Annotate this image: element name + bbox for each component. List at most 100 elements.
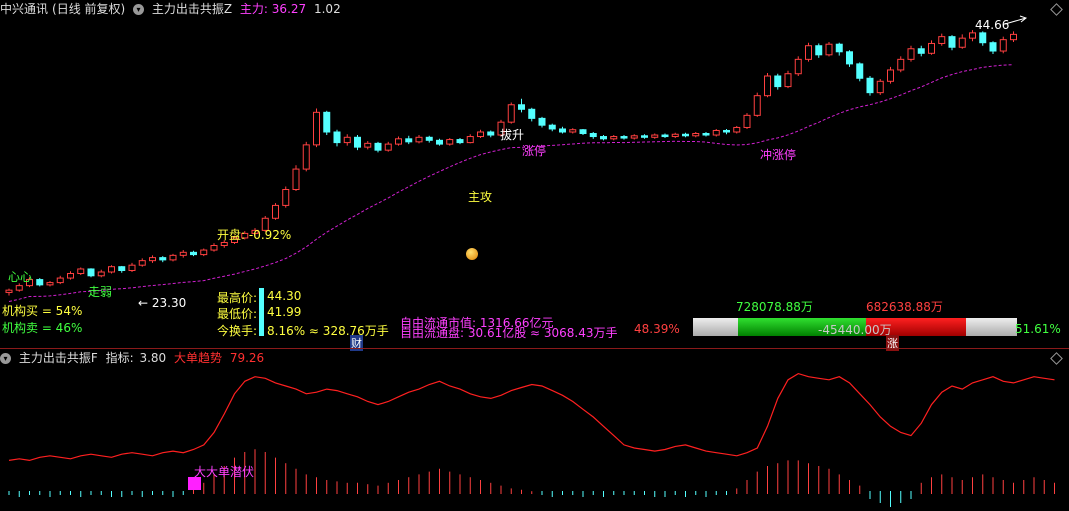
limit-up-attempt-label: 冲涨停 [760, 148, 797, 162]
candle-body [118, 266, 126, 271]
candle-body [559, 128, 566, 133]
price-chart-panel[interactable]: 中兴通讯 (日线 前复权) ▾ 主力出击共振Z 主力: 36.27 1.02 44… [0, 0, 1069, 351]
candle-body [538, 117, 546, 126]
candle-body [302, 144, 310, 170]
candle-body [723, 129, 730, 133]
lift-signal-label: 拔升 [500, 128, 525, 142]
candle-body [46, 282, 54, 286]
candle [1010, 31, 1017, 42]
candle-body [108, 266, 115, 273]
candle [600, 135, 607, 141]
candle-body [917, 48, 925, 54]
candle-body [805, 45, 812, 60]
candle [630, 134, 638, 140]
candle [456, 138, 464, 145]
candle [179, 250, 187, 258]
peak-price-label: 44.66 [975, 18, 1010, 32]
candle-body [835, 43, 843, 53]
candle-body [856, 63, 864, 79]
candle-body [969, 32, 976, 39]
flow-percentage: 51.61% [1015, 322, 1061, 336]
candle [292, 165, 300, 192]
candle [928, 40, 935, 55]
candle-body [825, 43, 833, 56]
candle [887, 66, 894, 84]
candle [774, 73, 782, 90]
candle-body [887, 69, 894, 82]
candle-body [661, 134, 669, 138]
candle [989, 41, 997, 55]
candle [641, 134, 648, 139]
candle-body [415, 136, 423, 143]
candle-body [292, 168, 300, 191]
candle [897, 56, 905, 73]
candle [210, 243, 218, 252]
indicator-panel[interactable]: ▾ 主力出击共振F 指标: 3.80 大单趋势 79.26 大大单潜伏 [0, 349, 1069, 511]
candle-body [149, 257, 156, 262]
candle [87, 268, 95, 278]
candle [528, 107, 536, 122]
candle [200, 248, 208, 257]
candle-body [364, 142, 372, 148]
candle [805, 42, 812, 62]
candle [487, 130, 495, 138]
candle [846, 50, 853, 67]
candle-body [272, 204, 279, 219]
candle-body [958, 37, 966, 48]
candle-body [190, 251, 197, 256]
candle [548, 123, 556, 132]
candle-body [610, 136, 618, 140]
candle [764, 72, 771, 98]
candle-body [692, 133, 700, 137]
candle-body [897, 58, 905, 71]
institution-sell: 机构卖 = 46% [2, 321, 83, 335]
candle [866, 76, 874, 96]
candle-body [938, 36, 946, 44]
candle [753, 92, 761, 117]
moving-average-line [8, 64, 1014, 302]
candle-body [395, 138, 402, 145]
candle [825, 41, 833, 57]
candle-body [528, 108, 536, 119]
candle-body [1010, 33, 1017, 41]
candle [948, 35, 956, 51]
candle [651, 133, 659, 139]
candle-body [630, 135, 638, 139]
candle-body [446, 139, 454, 145]
candle [569, 128, 577, 134]
candle [835, 42, 843, 56]
candle [343, 134, 351, 146]
candle-body [436, 139, 443, 145]
candle [518, 98, 525, 113]
trend-line [8, 372, 1055, 462]
candle-body [774, 75, 782, 88]
candle-body [866, 77, 874, 94]
candle [692, 132, 700, 138]
candle [733, 125, 741, 134]
price-range-bar [259, 288, 264, 336]
candle [743, 113, 751, 129]
trend-chart [8, 372, 1055, 507]
candle-body [354, 136, 361, 148]
candle-body [15, 285, 23, 291]
candle [507, 102, 515, 124]
candle-body [36, 279, 44, 286]
candle [620, 135, 628, 140]
candle-body [743, 114, 751, 128]
candle [466, 134, 474, 144]
candle-body [384, 143, 392, 151]
candle [610, 135, 618, 141]
candle [149, 255, 156, 263]
candle [723, 128, 730, 135]
candle [815, 43, 823, 58]
candle-body [67, 273, 74, 279]
candle-body [507, 104, 515, 123]
sell-volume-value: 682638.88万 [866, 300, 943, 314]
candle-body [169, 254, 177, 261]
low-price-label: ← 23.30 [138, 296, 187, 310]
peach-icon [466, 248, 478, 260]
candle [97, 269, 105, 278]
candle-body [753, 95, 761, 116]
candle-body [87, 268, 95, 277]
xin-signal-label: 心心 [8, 270, 33, 284]
